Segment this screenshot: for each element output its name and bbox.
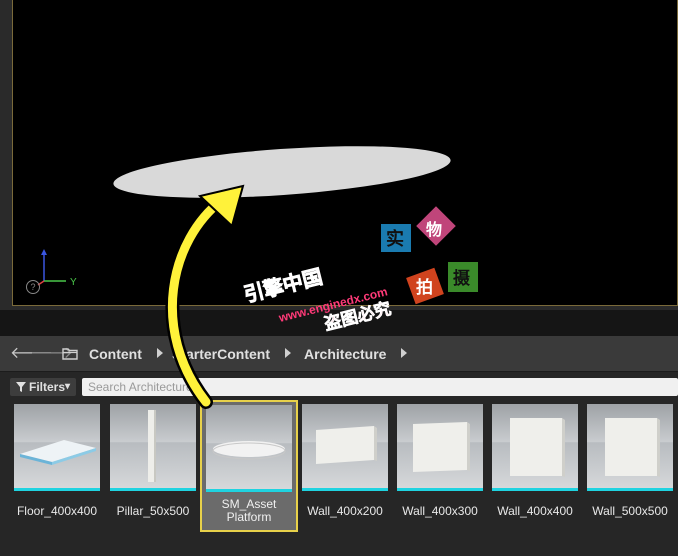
path-bar: 🡐 🡒 Content StarterContent Architecture [0,336,678,372]
asset-name: Floor_400x400 [16,504,98,518]
asset-thumbnail [587,404,673,488]
asset-name: Pillar_50x500 [116,504,190,518]
folder-icon [62,348,78,360]
axis-y-label: Y [70,277,77,288]
asset-type-bar [397,488,483,491]
platform-mesh[interactable] [112,137,452,206]
asset-name: Wall_400x400 [497,504,573,518]
asset-type-bar [302,488,388,491]
filters-button[interactable]: Filters ▾ [10,378,76,396]
asset-tile-wall[interactable]: Wall_400x400 [492,404,578,530]
level-viewport[interactable]: Y ? [0,0,678,310]
back-arrow-icon[interactable]: 🡐 [10,346,53,362]
breadcrumb-separator-icon[interactable] [285,348,291,358]
asset-thumbnail [302,404,388,488]
help-icon[interactable]: ? [26,280,40,294]
asset-thumbnail [397,404,483,488]
asset-name: Wall_400x200 [307,504,383,518]
asset-type-bar [587,488,673,491]
breadcrumb-separator-icon[interactable] [157,348,163,358]
viewport-canvas[interactable] [12,0,678,306]
asset-thumbnail [492,404,578,488]
search-input[interactable] [82,378,678,396]
asset-name: Wall_400x300 [402,504,478,518]
asset-type-bar [110,488,196,491]
breadcrumb-separator-icon[interactable] [401,348,407,358]
asset-tile-wall[interactable]: Wall_500x500 [587,404,673,530]
asset-thumbnail [110,404,196,488]
asset-tile-floor[interactable]: Floor_400x400 [14,404,100,530]
filters-label: Filters [29,380,66,394]
asset-type-bar [206,489,292,492]
asset-tile-wall[interactable]: Wall_400x300 [397,404,483,530]
asset-name-line2: Platform [226,510,272,524]
asset-thumbnail [14,404,100,488]
asset-type-bar [14,488,100,491]
viewport-scene [112,137,452,206]
forward-arrow-icon[interactable]: 🡒 [30,346,73,362]
breadcrumb-startercontent[interactable]: StarterContent [172,345,270,363]
asset-type-bar [492,488,578,491]
asset-tile-platform[interactable]: SM_Asset Platform [200,400,298,532]
breadcrumb-content[interactable]: Content [89,345,142,363]
chevron-down-icon: ▾ [65,381,71,392]
axis-gizmo-icon: Y [37,249,77,288]
panel-divider [0,310,678,336]
asset-name: SM_Asset Platform [202,498,296,524]
breadcrumb-architecture[interactable]: Architecture [304,345,386,363]
asset-thumbnail [206,405,292,489]
funnel-icon [16,382,26,392]
asset-name: Wall_500x500 [592,504,668,518]
asset-tile-pillar[interactable]: Pillar_50x500 [110,404,196,530]
asset-tile-wall[interactable]: Wall_400x200 [302,404,388,530]
